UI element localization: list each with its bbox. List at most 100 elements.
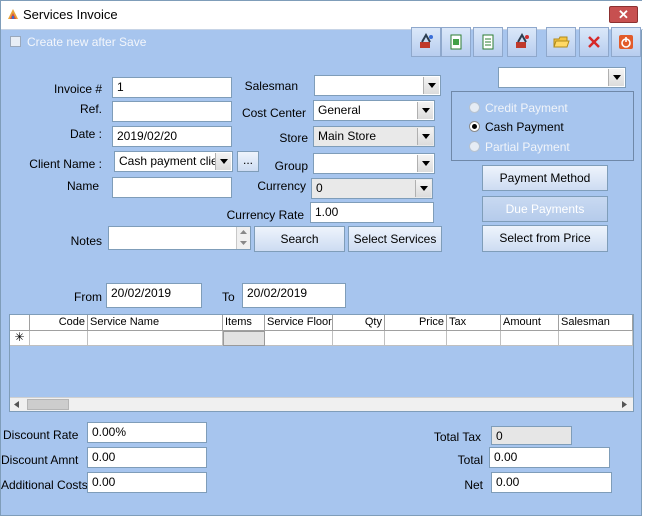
- discount-rate-field[interactable]: 0.00%: [87, 422, 207, 443]
- cost-center-select[interactable]: General: [313, 100, 435, 121]
- notes-scrollbar[interactable]: [236, 227, 250, 249]
- chevron-down-icon: [608, 69, 624, 86]
- scroll-down-icon: [240, 241, 247, 245]
- name-label: Name: [66, 179, 99, 193]
- client-name-select[interactable]: Cash payment client: [114, 151, 233, 172]
- close-button[interactable]: ✕: [609, 6, 638, 23]
- cell-items-button[interactable]: [223, 331, 265, 346]
- title-bar[interactable]: Services Invoice ✕: [1, 1, 643, 30]
- currency-rate-label: Currency Rate: [226, 208, 304, 222]
- chevron-down-icon: [415, 180, 431, 197]
- open-folder-button[interactable]: [546, 27, 576, 57]
- attach-red-icon: [516, 32, 529, 48]
- net-field: 0.00: [491, 472, 612, 493]
- create-new-label: Create new after Save: [27, 35, 147, 49]
- column-header-qty[interactable]: Qty: [333, 315, 385, 331]
- new-document-button[interactable]: [441, 27, 471, 57]
- chevron-down-icon: [417, 155, 433, 172]
- from-label: From: [74, 290, 102, 304]
- column-header-salesman[interactable]: Salesman: [559, 315, 633, 331]
- invoice-number-field[interactable]: 1: [112, 77, 232, 98]
- save-doc-icon: [482, 34, 494, 50]
- column-header-service-floor[interactable]: Service Floor: [265, 315, 333, 331]
- invoice-label: Invoice #: [53, 82, 102, 96]
- date-field[interactable]: 2019/02/20: [112, 126, 232, 147]
- name-field[interactable]: [112, 177, 232, 198]
- cash-payment-label: Cash Payment: [485, 120, 564, 134]
- scroll-left-icon: [14, 401, 19, 408]
- salesman-label: Salesman: [244, 79, 298, 93]
- delete-icon: [588, 36, 600, 48]
- credit-payment-label: Credit Payment: [485, 101, 568, 115]
- client-name-label: Client Name :: [29, 157, 102, 171]
- store-select[interactable]: Main Store: [313, 126, 435, 147]
- cell-code[interactable]: [30, 331, 88, 346]
- cost-center-value: General: [318, 103, 361, 117]
- total-tax-field: 0: [491, 426, 572, 445]
- scrollbar-thumb[interactable]: [27, 399, 69, 410]
- create-new-checkbox[interactable]: [10, 36, 21, 47]
- cost-center-label: Cost Center: [241, 106, 306, 120]
- attach-button[interactable]: [411, 27, 441, 57]
- exit-button[interactable]: [611, 27, 641, 57]
- credit-payment-radio[interactable]: [469, 102, 480, 113]
- cell-tax[interactable]: [447, 331, 501, 346]
- cell-salesman[interactable]: [559, 331, 633, 346]
- currency-value: 0: [316, 181, 323, 195]
- services-grid[interactable]: Code Service Name Items Service Floor Qt…: [9, 314, 634, 412]
- store-label: Store: [279, 131, 308, 145]
- search-button[interactable]: Search: [254, 226, 345, 252]
- net-label: Net: [464, 478, 483, 492]
- open-folder-icon: [553, 36, 570, 48]
- column-header-price[interactable]: Price: [385, 315, 447, 331]
- ref-label: Ref.: [79, 102, 102, 116]
- discount-amnt-label: Discount Amnt: [1, 453, 79, 467]
- attach-red-button[interactable]: [507, 27, 537, 57]
- payment-method-button[interactable]: Payment Method: [482, 165, 608, 191]
- chevron-down-icon: [423, 77, 439, 94]
- partial-payment-radio[interactable]: [469, 141, 480, 152]
- cell-service-name[interactable]: [88, 331, 223, 346]
- notes-label: Notes: [70, 234, 102, 248]
- currency-select[interactable]: 0: [311, 178, 433, 199]
- new-row-marker[interactable]: ✳: [10, 331, 30, 346]
- chevron-down-icon: [417, 102, 433, 119]
- grid-horizontal-scrollbar[interactable]: [10, 397, 633, 411]
- notes-field[interactable]: [108, 226, 251, 250]
- currency-rate-field[interactable]: 1.00: [310, 202, 434, 223]
- window-title: Services Invoice: [23, 7, 118, 22]
- cash-payment-radio[interactable]: [469, 121, 480, 132]
- cell-amount[interactable]: [501, 331, 559, 346]
- currency-label: Currency: [257, 179, 306, 193]
- to-date-field[interactable]: 20/02/2019: [242, 283, 346, 308]
- discount-rate-label: Discount Rate: [3, 428, 79, 442]
- salesman-select[interactable]: [314, 75, 441, 96]
- group-select[interactable]: [313, 153, 435, 174]
- column-header-service-name[interactable]: Service Name: [88, 315, 223, 331]
- total-field: 0.00: [489, 447, 610, 468]
- column-header-tax[interactable]: Tax: [447, 315, 501, 331]
- close-icon: ✕: [618, 7, 629, 22]
- select-from-price-button[interactable]: Select from Price: [482, 225, 608, 252]
- from-date-field[interactable]: 20/02/2019: [106, 283, 202, 308]
- app-icon: [6, 7, 20, 21]
- scroll-up-icon: [240, 230, 247, 234]
- save-document-button[interactable]: [473, 27, 503, 57]
- cell-service-floor[interactable]: [265, 331, 333, 346]
- column-header-items[interactable]: Items: [223, 315, 265, 331]
- column-header-code[interactable]: Code: [30, 315, 88, 331]
- column-header-amount[interactable]: Amount: [501, 315, 559, 331]
- total-label: Total: [457, 453, 483, 467]
- additional-costs-field[interactable]: 0.00: [87, 472, 207, 493]
- cell-qty[interactable]: [333, 331, 385, 346]
- store-value: Main Store: [318, 129, 377, 143]
- cell-price[interactable]: [385, 331, 447, 346]
- delete-button[interactable]: [579, 27, 609, 57]
- due-payments-button[interactable]: Due Payments: [482, 196, 608, 222]
- payment-type-select[interactable]: [498, 67, 626, 88]
- ref-field[interactable]: [112, 101, 232, 122]
- additional-costs-label: Additional Costs: [1, 478, 88, 492]
- select-services-button[interactable]: Select Services: [348, 226, 442, 252]
- discount-amnt-field[interactable]: 0.00: [87, 447, 207, 468]
- partial-payment-label: Partial Payment: [485, 140, 570, 154]
